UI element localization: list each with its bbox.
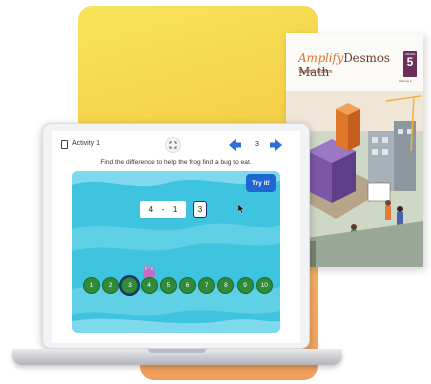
pond-waves <box>72 171 280 333</box>
activity-toolbar: Activity 1 3 <box>52 131 300 157</box>
equation-operator: - <box>161 205 165 214</box>
book-edition: Teacher Edition <box>298 69 333 75</box>
activity-label: Activity 1 <box>72 140 101 147</box>
equation-left: 4 <box>148 205 154 214</box>
frog-pond-game: Try it! 4 - 1 3 1 2 3 4 5 6 7 8 9 10 <box>72 171 280 333</box>
grade-badge: GRADE 5 <box>403 51 417 77</box>
document-icon <box>61 140 68 149</box>
laptop-notch <box>148 349 206 353</box>
lily-pad-7[interactable]: 7 <box>198 277 216 294</box>
lily-pad-9[interactable]: 9 <box>236 277 254 294</box>
try-it-button[interactable]: Try it! <box>246 174 276 192</box>
arrow-right-icon[interactable] <box>270 139 282 151</box>
answer-input[interactable]: 3 <box>193 201 207 218</box>
mouse-pointer-icon <box>238 204 245 214</box>
lily-pad-3[interactable]: 3 <box>121 277 139 294</box>
equation-right: 1 <box>172 205 178 214</box>
lily-pad-6[interactable]: 6 <box>179 277 196 294</box>
equation-box: 4 - 1 <box>140 201 186 218</box>
laptop-screen: Activity 1 3 Find the difference to help… <box>52 131 300 343</box>
lily-pad-1[interactable]: 1 <box>83 277 100 294</box>
expand-button[interactable] <box>165 137 181 153</box>
lily-pad-row: 1 2 3 4 5 6 7 8 9 10 <box>72 277 280 301</box>
book-brand: Amplify <box>298 51 344 65</box>
lily-pad-4[interactable]: 4 <box>140 277 158 294</box>
book-volume: Volume 2 <box>399 79 412 83</box>
grade-number: 5 <box>406 55 414 69</box>
lily-pad-5[interactable]: 5 <box>159 277 177 294</box>
page-number: 3 <box>255 141 259 148</box>
lily-pad-2[interactable]: 2 <box>102 277 120 294</box>
lily-pad-8[interactable]: 8 <box>217 277 235 294</box>
activity-instruction: Find the difference to help the frog fin… <box>100 159 252 166</box>
lily-pad-10[interactable]: 10 <box>255 277 273 294</box>
expand-icon <box>169 141 177 149</box>
arrow-left-icon[interactable] <box>229 139 241 151</box>
